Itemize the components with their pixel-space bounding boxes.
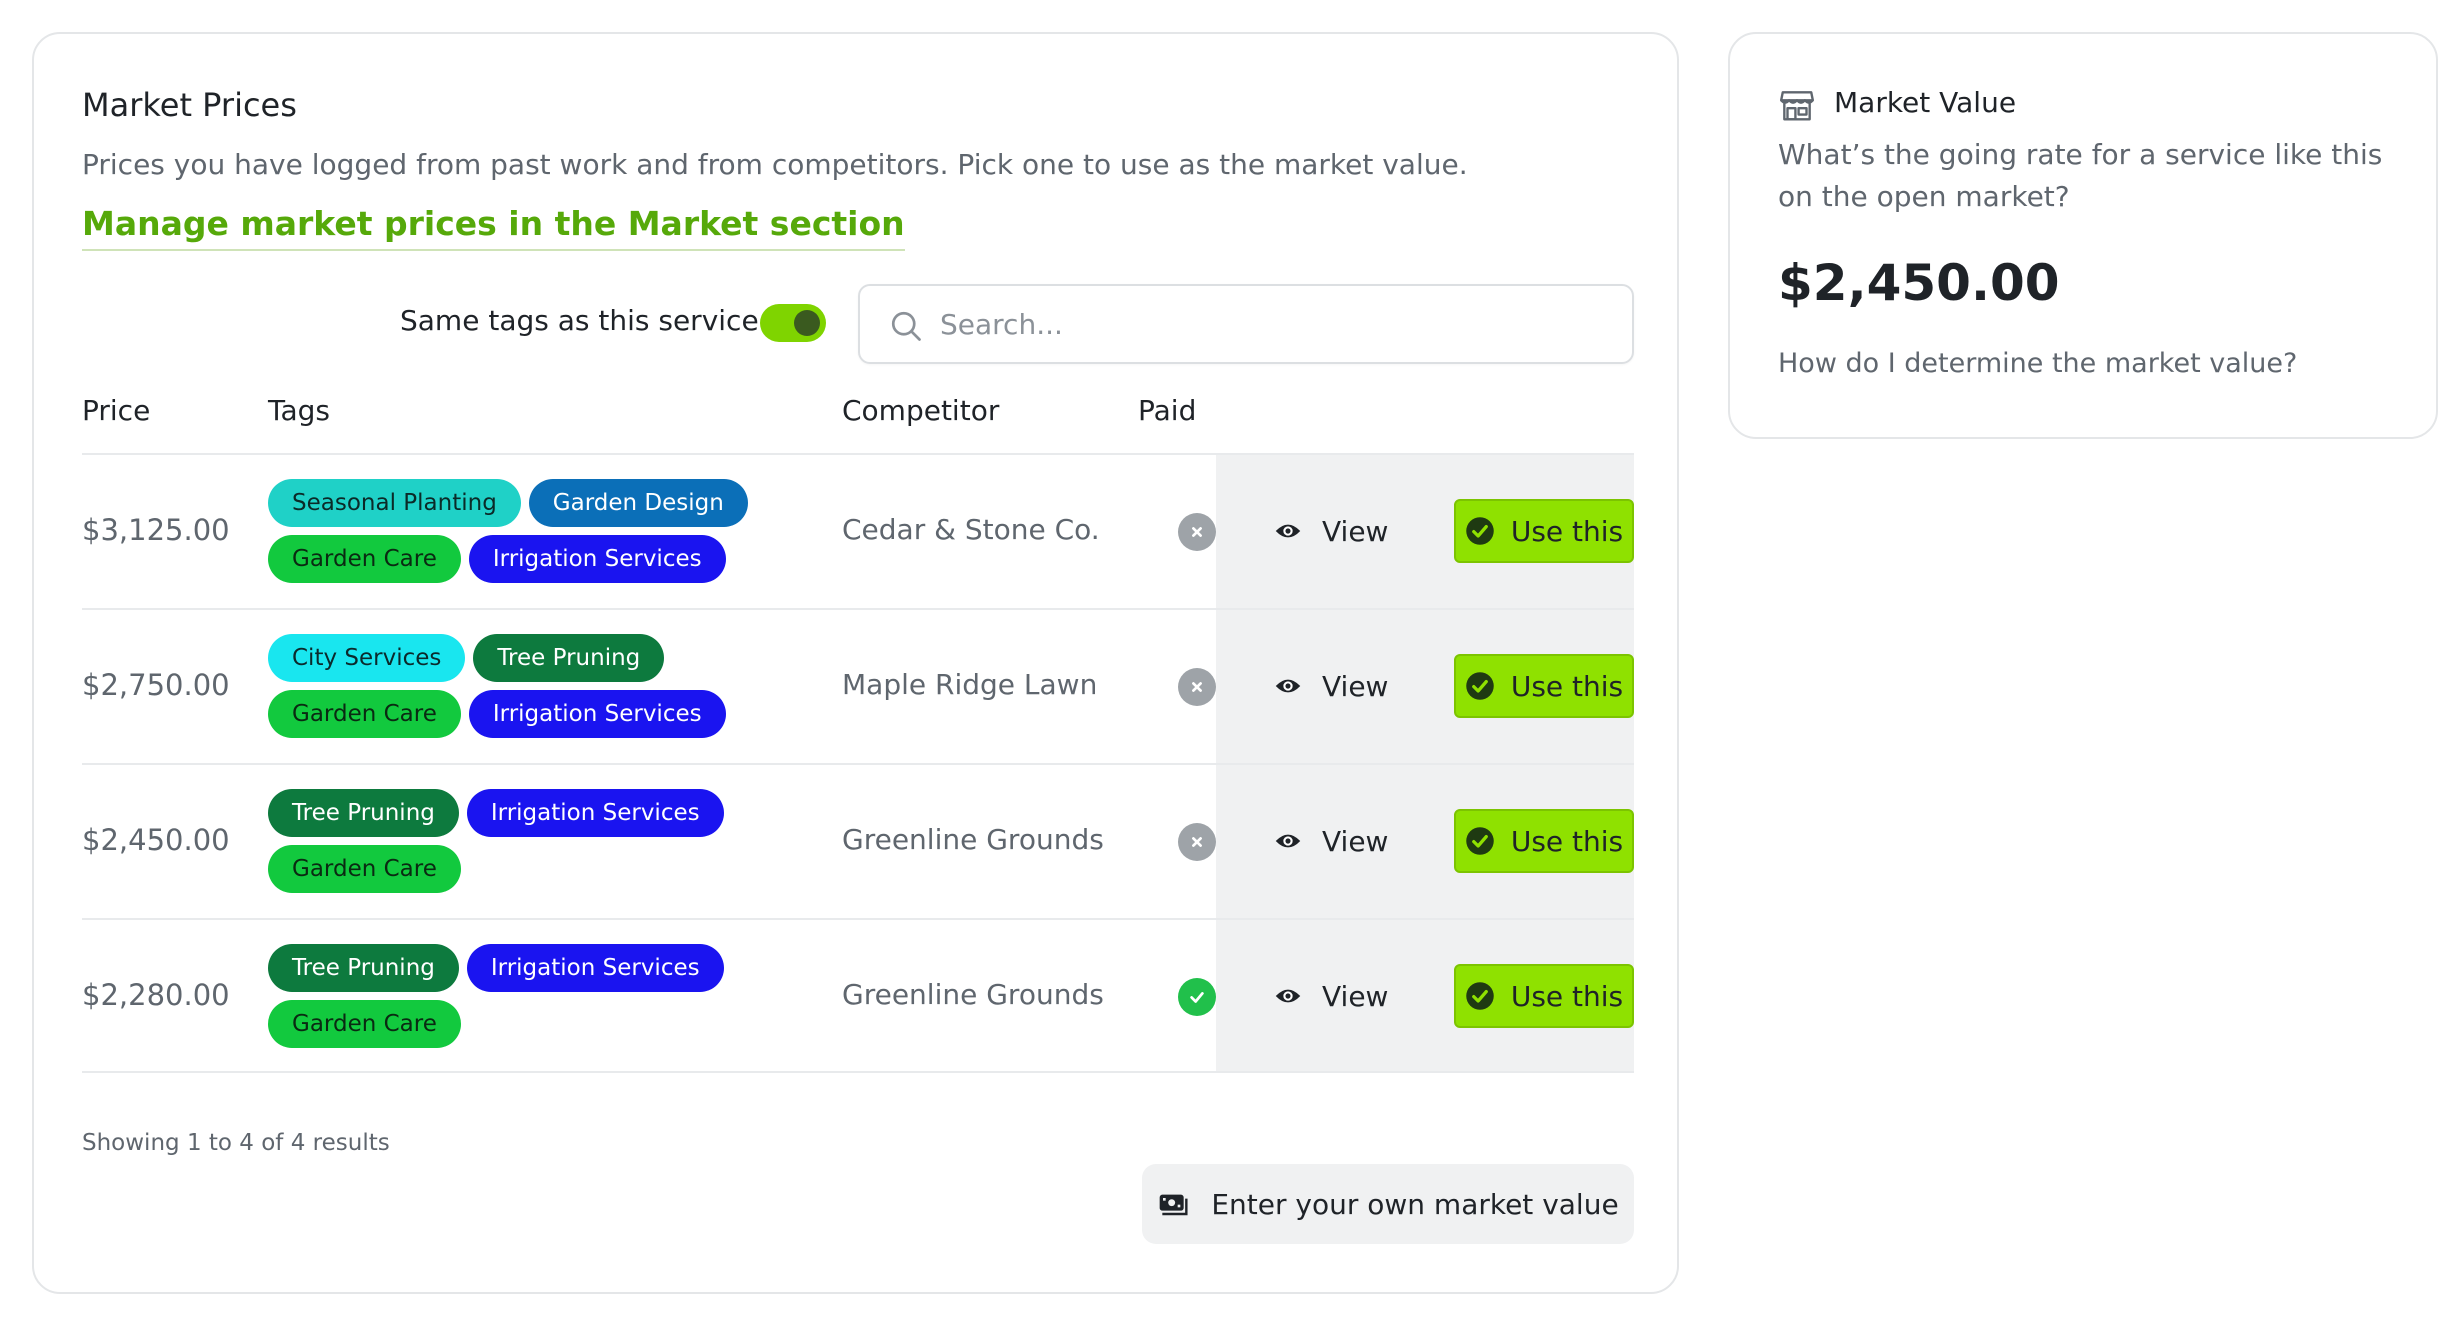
row-competitor: Greenline Grounds (842, 823, 1104, 856)
x-icon (1192, 837, 1202, 847)
use-this-button[interactable]: Use this (1454, 964, 1634, 1028)
manage-market-prices-link[interactable]: Manage market prices in the Market secti… (82, 204, 905, 251)
market-value-help-link[interactable]: How do I determine the market value? (1778, 348, 2297, 379)
x-icon (1192, 527, 1202, 537)
table-row: $2,450.00 Tree Pruning Irrigation Services… (82, 763, 1634, 918)
market-value-title: Market Value (1834, 86, 2017, 119)
tag-badge: City Services (268, 634, 466, 682)
tag-badge: Garden Care (268, 690, 461, 738)
tag-line: Garden Care (268, 845, 788, 893)
paid-status-icon (1178, 513, 1216, 551)
row-price: $2,450.00 (82, 823, 230, 857)
view-button-label: View (1322, 514, 1389, 548)
check-circle-icon (1466, 827, 1494, 855)
use-this-button[interactable]: Use this (1454, 499, 1634, 563)
paid-status-icon (1178, 668, 1216, 706)
check-circle-icon (1466, 982, 1494, 1010)
row-tags: Tree Pruning Irrigation Services Garden Ca… (268, 789, 788, 901)
column-header-paid: Paid (1138, 394, 1197, 427)
tag-badge: Garden Design (528, 479, 748, 527)
market-prices-title: Market Prices (82, 86, 297, 124)
eye-icon (1275, 989, 1301, 1003)
row-competitor: Greenline Grounds (842, 978, 1104, 1011)
column-header-competitor: Competitor (842, 394, 1000, 427)
view-button[interactable]: View (1274, 809, 1388, 873)
eye-icon (1275, 524, 1301, 538)
tag-line: Tree Pruning Irrigation Services (268, 944, 788, 992)
view-button-label: View (1322, 979, 1389, 1013)
row-competitor: Maple Ridge Lawn (842, 668, 1098, 701)
check-circle-icon (1466, 672, 1494, 700)
tag-badge: Irrigation Services (466, 789, 724, 837)
use-this-button-label: Use this (1510, 824, 1624, 858)
same-tags-toggle[interactable] (760, 304, 826, 342)
tag-badge: Tree Pruning (268, 944, 459, 992)
use-this-button-label: Use this (1510, 514, 1624, 548)
market-prices-card: Market Prices Prices you have logged fro… (32, 32, 1679, 1294)
view-button[interactable]: View (1274, 654, 1388, 718)
row-price: $2,750.00 (82, 668, 230, 702)
enter-own-market-value-label: Enter your own market value (1211, 1187, 1619, 1221)
tag-badge: Tree Pruning (268, 789, 459, 837)
storefront-icon (1779, 91, 1815, 121)
tag-line: Tree Pruning Irrigation Services (268, 789, 788, 837)
use-this-button-label: Use this (1510, 979, 1624, 1013)
use-this-button[interactable]: Use this (1454, 809, 1634, 873)
market-value-question: What’s the going rate for a service like… (1778, 138, 2383, 213)
table-row: $2,750.00 City Services Tree Pruning Garden… (82, 608, 1634, 763)
tag-line: Garden Care Irrigation Services (268, 690, 788, 738)
view-button[interactable]: View (1274, 499, 1388, 563)
search-box (858, 284, 1634, 364)
tag-line: Seasonal Planting Garden Design (268, 479, 788, 527)
same-tags-toggle-label: Same tags as this service (400, 304, 759, 337)
toggle-knob (794, 310, 820, 336)
tag-badge: Garden Care (268, 535, 461, 583)
row-price: $3,125.00 (82, 513, 230, 547)
check-circle-icon (1466, 517, 1494, 545)
view-button-label: View (1322, 669, 1389, 703)
eye-icon (1275, 834, 1301, 848)
cash-icon (1159, 1194, 1188, 1216)
tag-line: Garden Care (268, 1000, 788, 1048)
tag-badge: Irrigation Services (466, 944, 724, 992)
use-this-button-label: Use this (1510, 669, 1624, 703)
tag-badge: Garden Care (268, 845, 461, 893)
search-input[interactable] (940, 302, 1600, 346)
market-prices-description: Prices you have logged from past work an… (82, 148, 1468, 181)
tag-badge: Garden Care (268, 1000, 461, 1048)
row-competitor: Cedar & Stone Co. (842, 513, 1100, 546)
use-this-button[interactable]: Use this (1454, 654, 1634, 718)
market-value-card: Market Value What’s the going rate for a… (1728, 32, 2438, 439)
market-prices-table: $3,125.00 Seasonal Planting Garden Design G… (82, 453, 1634, 1073)
column-header-price: Price (82, 394, 151, 427)
x-icon (1192, 682, 1202, 692)
tag-badge: Irrigation Services (468, 535, 726, 583)
view-button-label: View (1322, 824, 1389, 858)
paid-status-icon (1178, 978, 1216, 1016)
results-count: Showing 1 to 4 of 4 results (82, 1130, 390, 1156)
tag-badge: Irrigation Services (468, 690, 726, 738)
eye-icon (1275, 679, 1301, 693)
market-value-amount: $2,450.00 (1778, 254, 2060, 312)
tag-badge: Tree Pruning (473, 634, 665, 682)
tag-line: Garden Care Irrigation Services (268, 535, 788, 583)
row-tags: City Services Tree Pruning Garden Care Irri… (268, 634, 788, 746)
row-tags: Seasonal Planting Garden Design Garden Car… (268, 479, 788, 591)
table-row: $2,280.00 Tree Pruning Irrigation Services… (82, 918, 1634, 1073)
tag-badge: Seasonal Planting (268, 479, 521, 527)
row-price: $2,280.00 (82, 978, 230, 1012)
view-button[interactable]: View (1274, 964, 1388, 1028)
paid-status-icon (1178, 823, 1216, 861)
column-header-tags: Tags (268, 394, 330, 427)
check-icon (1190, 992, 1204, 1003)
row-tags: Tree Pruning Irrigation Services Garden Ca… (268, 944, 788, 1056)
table-row: $3,125.00 Seasonal Planting Garden Design G… (82, 453, 1634, 608)
enter-own-market-value-button[interactable]: Enter your own market value (1142, 1164, 1634, 1244)
tag-line: City Services Tree Pruning (268, 634, 788, 682)
search-icon (891, 311, 921, 341)
